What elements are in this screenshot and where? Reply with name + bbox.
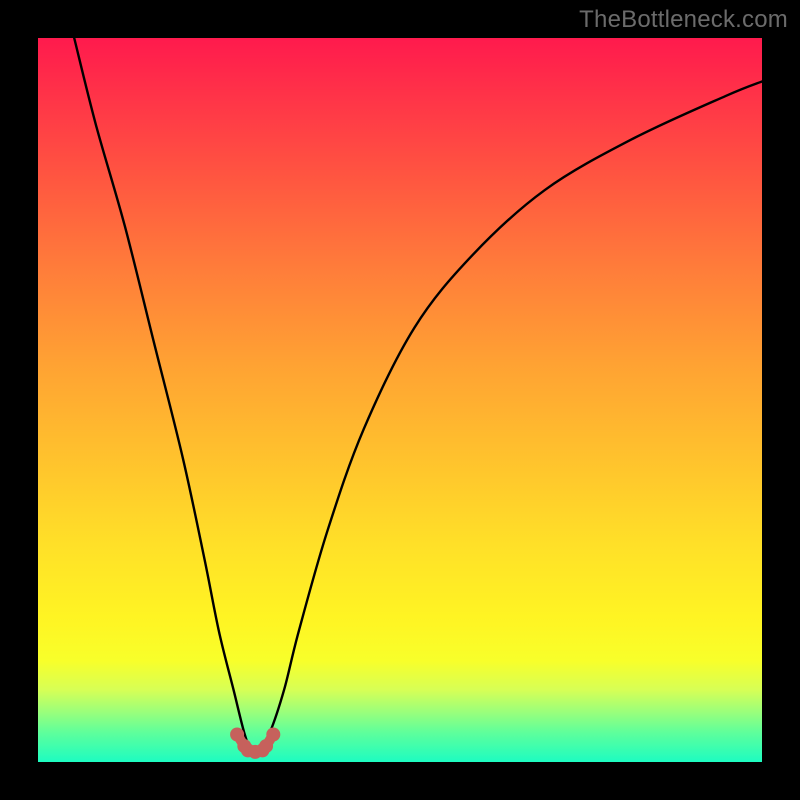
watermark-text: TheBottleneck.com — [579, 6, 788, 34]
trough-marker-dot — [259, 739, 273, 753]
trough-marker-dot — [266, 727, 280, 741]
chart-svg — [38, 38, 762, 762]
trough-marker-group — [230, 727, 280, 758]
chart-plot-area — [38, 38, 762, 762]
chart-frame: TheBottleneck.com — [0, 0, 800, 800]
trough-marker-dot — [230, 727, 244, 741]
curve-path — [74, 38, 762, 753]
